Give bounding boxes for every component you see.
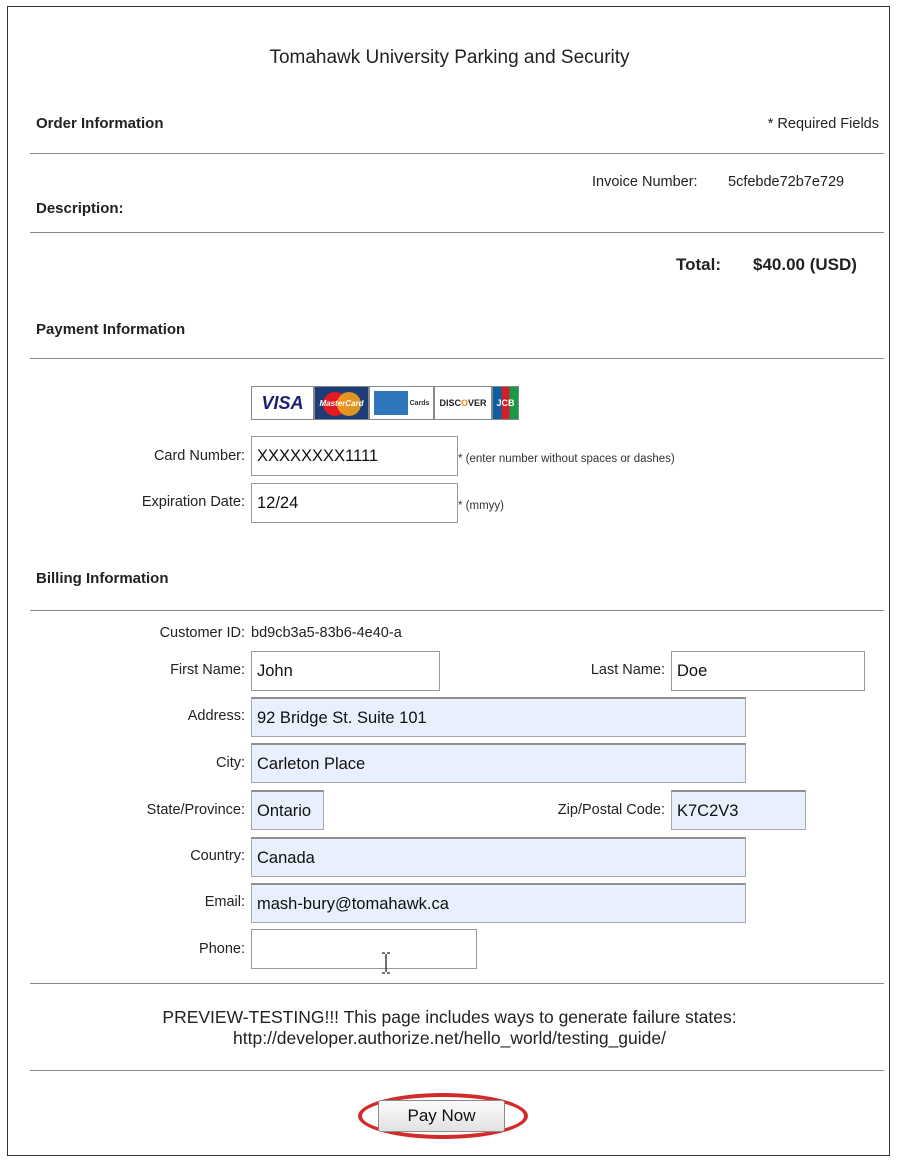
customer-id-label: Customer ID: xyxy=(159,625,245,641)
country-label: Country: xyxy=(190,848,245,864)
payment-form: Tomahawk University Parking and Security… xyxy=(7,6,890,1156)
mastercard-logo-icon: MasterCard xyxy=(314,386,369,420)
visa-logo-icon: VISA xyxy=(251,386,314,420)
card-number-input[interactable]: XXXXXXXX1111 xyxy=(251,436,458,476)
zip-postal-code-label: Zip/Postal Code: xyxy=(557,802,665,818)
testing-guide-url: http://developer.authorize.net/hello_wor… xyxy=(233,1028,666,1048)
payment-section-heading: Payment Information xyxy=(36,321,186,338)
invoice-number-label: Invoice Number: xyxy=(592,174,698,190)
expiration-date-label: Expiration Date: xyxy=(141,494,245,510)
card-number-hint: * (enter number without spaces or dashes… xyxy=(458,453,675,465)
divider xyxy=(30,1070,884,1071)
divider xyxy=(30,232,884,233)
address-input[interactable]: 92 Bridge St. Suite 101 xyxy=(251,697,746,737)
last-name-label: Last Name: xyxy=(590,662,665,678)
description-label: Description: xyxy=(36,200,124,217)
expiration-date-input[interactable]: 12/24 xyxy=(251,483,458,523)
zip-postal-code-input[interactable]: K7C2V3 xyxy=(671,790,806,830)
email-label: Email: xyxy=(204,894,245,910)
page-title: Tomahawk University Parking and Security xyxy=(269,47,630,68)
city-label: City: xyxy=(216,755,245,771)
jcb-logo-icon: JCB xyxy=(492,386,519,420)
discover-logo-icon: DISC O VER xyxy=(434,386,492,420)
pay-now-button[interactable]: Pay Now xyxy=(378,1100,505,1132)
first-name-label: First Name: xyxy=(170,662,245,678)
state-province-input[interactable]: Ontario xyxy=(251,790,324,830)
last-name-input[interactable]: Doe xyxy=(671,651,865,691)
country-input[interactable]: Canada xyxy=(251,837,746,877)
invoice-number-value: 5cfebde72b7e729 xyxy=(728,174,845,190)
divider xyxy=(30,153,884,154)
divider xyxy=(30,610,884,611)
email-input[interactable]: mash-bury@tomahawk.ca xyxy=(251,883,746,923)
customer-id-value: bd9cb3a5-83b6-4e40-a xyxy=(251,625,402,641)
billing-section-heading: Billing Information xyxy=(36,570,169,587)
phone-input[interactable] xyxy=(251,929,477,969)
first-name-input[interactable]: John xyxy=(251,651,440,691)
text-cursor-icon xyxy=(382,952,390,974)
preview-testing-notice: PREVIEW-TESTING!!! This page includes wa… xyxy=(162,1007,737,1027)
state-province-label: State/Province: xyxy=(146,802,245,818)
divider xyxy=(30,358,884,359)
city-input[interactable]: Carleton Place xyxy=(251,743,746,783)
address-label: Address: xyxy=(187,708,245,724)
order-section-heading: Order Information xyxy=(36,115,164,132)
card-number-label: Card Number: xyxy=(153,448,245,464)
amex-logo-icon: Cards xyxy=(369,386,434,420)
required-fields-note: * Required Fields xyxy=(767,116,879,132)
total-label: Total: xyxy=(676,255,722,274)
total-value: $40.00 (USD) xyxy=(753,255,857,274)
expiration-date-hint: * (mmyy) xyxy=(458,500,504,512)
divider xyxy=(30,983,884,984)
accepted-cards-logos: VISA MasterCard Cards DISC O VER JCB xyxy=(251,386,519,420)
phone-label: Phone: xyxy=(199,941,245,957)
